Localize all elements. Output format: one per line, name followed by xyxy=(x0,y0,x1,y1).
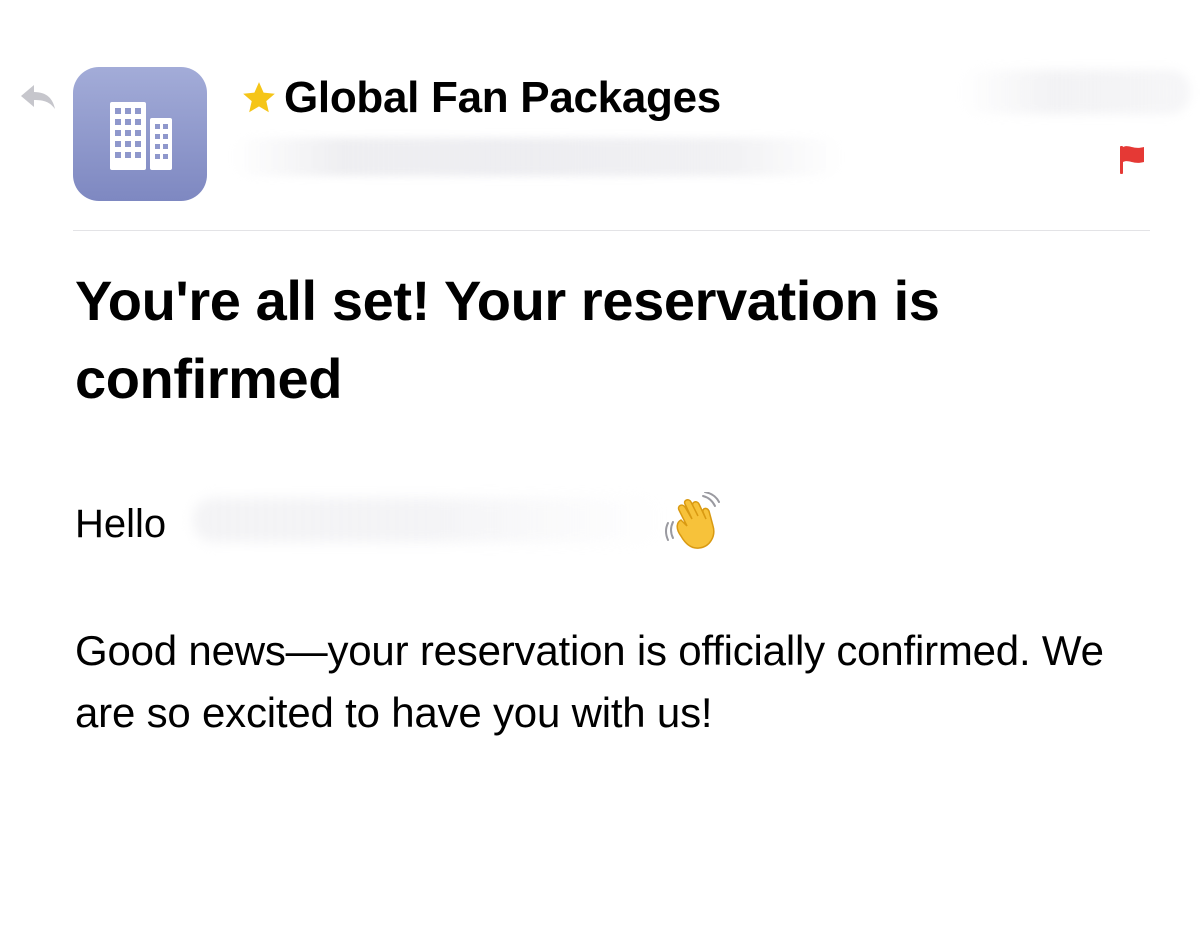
email-view: Global Fan Packages You're all set! Your… xyxy=(0,0,1200,950)
flag-icon[interactable] xyxy=(1114,142,1150,178)
sender-row[interactable]: Global Fan Packages xyxy=(240,70,721,126)
email-body-paragraph: Good news—your reservation is officially… xyxy=(75,627,1104,736)
star-icon xyxy=(243,82,275,113)
redacted-recipient-details xyxy=(232,138,842,176)
header-divider xyxy=(73,230,1150,231)
greeting-row: Hello xyxy=(75,492,775,556)
building-icon xyxy=(110,102,172,170)
sender-avatar xyxy=(73,67,207,201)
redacted-recipient-name xyxy=(193,498,663,542)
waving-hand-icon xyxy=(665,492,720,549)
email-headline: You're all set! Your reservation is conf… xyxy=(75,269,940,410)
reply-icon[interactable] xyxy=(18,82,58,112)
greeting-text: Hello xyxy=(75,502,167,546)
redacted-timestamp xyxy=(960,70,1190,114)
sender-name: Global Fan Packages xyxy=(284,73,721,122)
